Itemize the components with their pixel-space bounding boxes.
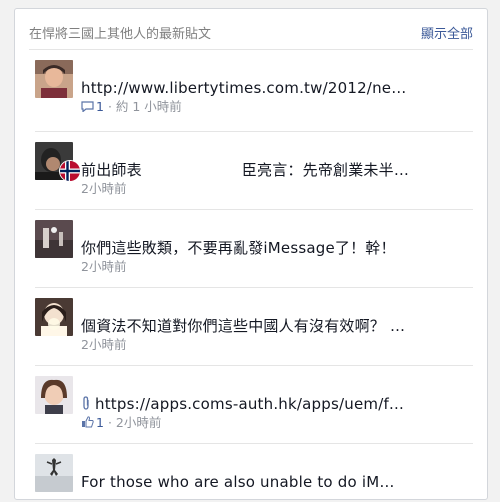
avatar[interactable] <box>35 298 73 336</box>
post-item[interactable]: 個資法不知道對你們這些中國人有沒有效啊？ … 2小時前 <box>35 288 473 366</box>
post-list: http://www.libertytimes.com.tw/2012/ne… … <box>35 50 473 499</box>
comment-count[interactable]: 1 <box>96 99 104 114</box>
post-text[interactable]: 你們這些敗類，不要再亂發iMessage了！幹！ <box>81 238 473 258</box>
post-meta: 1 · 約 1 小時前 <box>81 99 473 115</box>
comment-icon <box>81 100 94 113</box>
post-item[interactable]: http://www.libertytimes.com.tw/2012/ne… … <box>35 50 473 132</box>
post-meta: 2小時前 <box>81 337 473 353</box>
post-item[interactable]: 前出師表 臣亮言：先帝創業未半… 2小時前 <box>35 132 473 210</box>
post-text[interactable]: 前出師表 臣亮言：先帝創業未半… <box>81 160 473 180</box>
avatar[interactable] <box>35 454 73 492</box>
post-time[interactable]: 2小時前 <box>81 181 126 196</box>
post-text[interactable]: http://www.libertytimes.com.tw/2012/ne… <box>81 78 473 98</box>
panel-title: 在悍將三國上其他人的最新貼文 <box>29 27 212 42</box>
paperclip-icon <box>81 395 91 410</box>
post-meta: 1 · 2小時前 <box>81 415 473 431</box>
post-item[interactable]: For those who are also unable to do iM… <box>35 444 473 499</box>
post-time[interactable]: 2小時前 <box>81 259 126 274</box>
show-all-link[interactable]: 顯示全部 <box>421 23 473 42</box>
post-meta: 2小時前 <box>81 259 473 275</box>
post-link[interactable]: https://apps.coms-auth.hk/apps/uem/f… <box>95 395 404 413</box>
post-text[interactable]: For those who are also unable to do iM… <box>81 472 473 492</box>
post-text[interactable]: 個資法不知道對你們這些中國人有沒有效啊？ … <box>81 316 473 336</box>
norway-flag-icon <box>59 160 81 182</box>
avatar[interactable] <box>35 60 73 98</box>
post-time[interactable]: 約 1 小時前 <box>116 99 182 114</box>
post-meta: 2小時前 <box>81 181 473 197</box>
avatar[interactable] <box>35 220 73 258</box>
post-time[interactable]: 2小時前 <box>116 415 161 430</box>
post-item[interactable]: 你們這些敗類，不要再亂發iMessage了！幹！ 2小時前 <box>35 210 473 288</box>
post-text-part-2[interactable]: 臣亮言：先帝創業未半… <box>242 161 409 179</box>
recent-posts-panel: 在悍將三國上其他人的最新貼文 顯示全部 http://www.libertyti… <box>14 8 488 500</box>
avatar[interactable] <box>35 376 73 414</box>
post-item[interactable]: https://apps.coms-auth.hk/apps/uem/f… 1 … <box>35 366 473 444</box>
panel-header: 在悍將三國上其他人的最新貼文 顯示全部 <box>29 9 473 50</box>
post-time[interactable]: 2小時前 <box>81 337 126 352</box>
like-icon <box>81 416 94 428</box>
like-count[interactable]: 1 <box>96 415 104 430</box>
post-text-part-1[interactable]: 前出師表 <box>81 161 142 179</box>
post-text[interactable]: https://apps.coms-auth.hk/apps/uem/f… <box>81 394 473 414</box>
